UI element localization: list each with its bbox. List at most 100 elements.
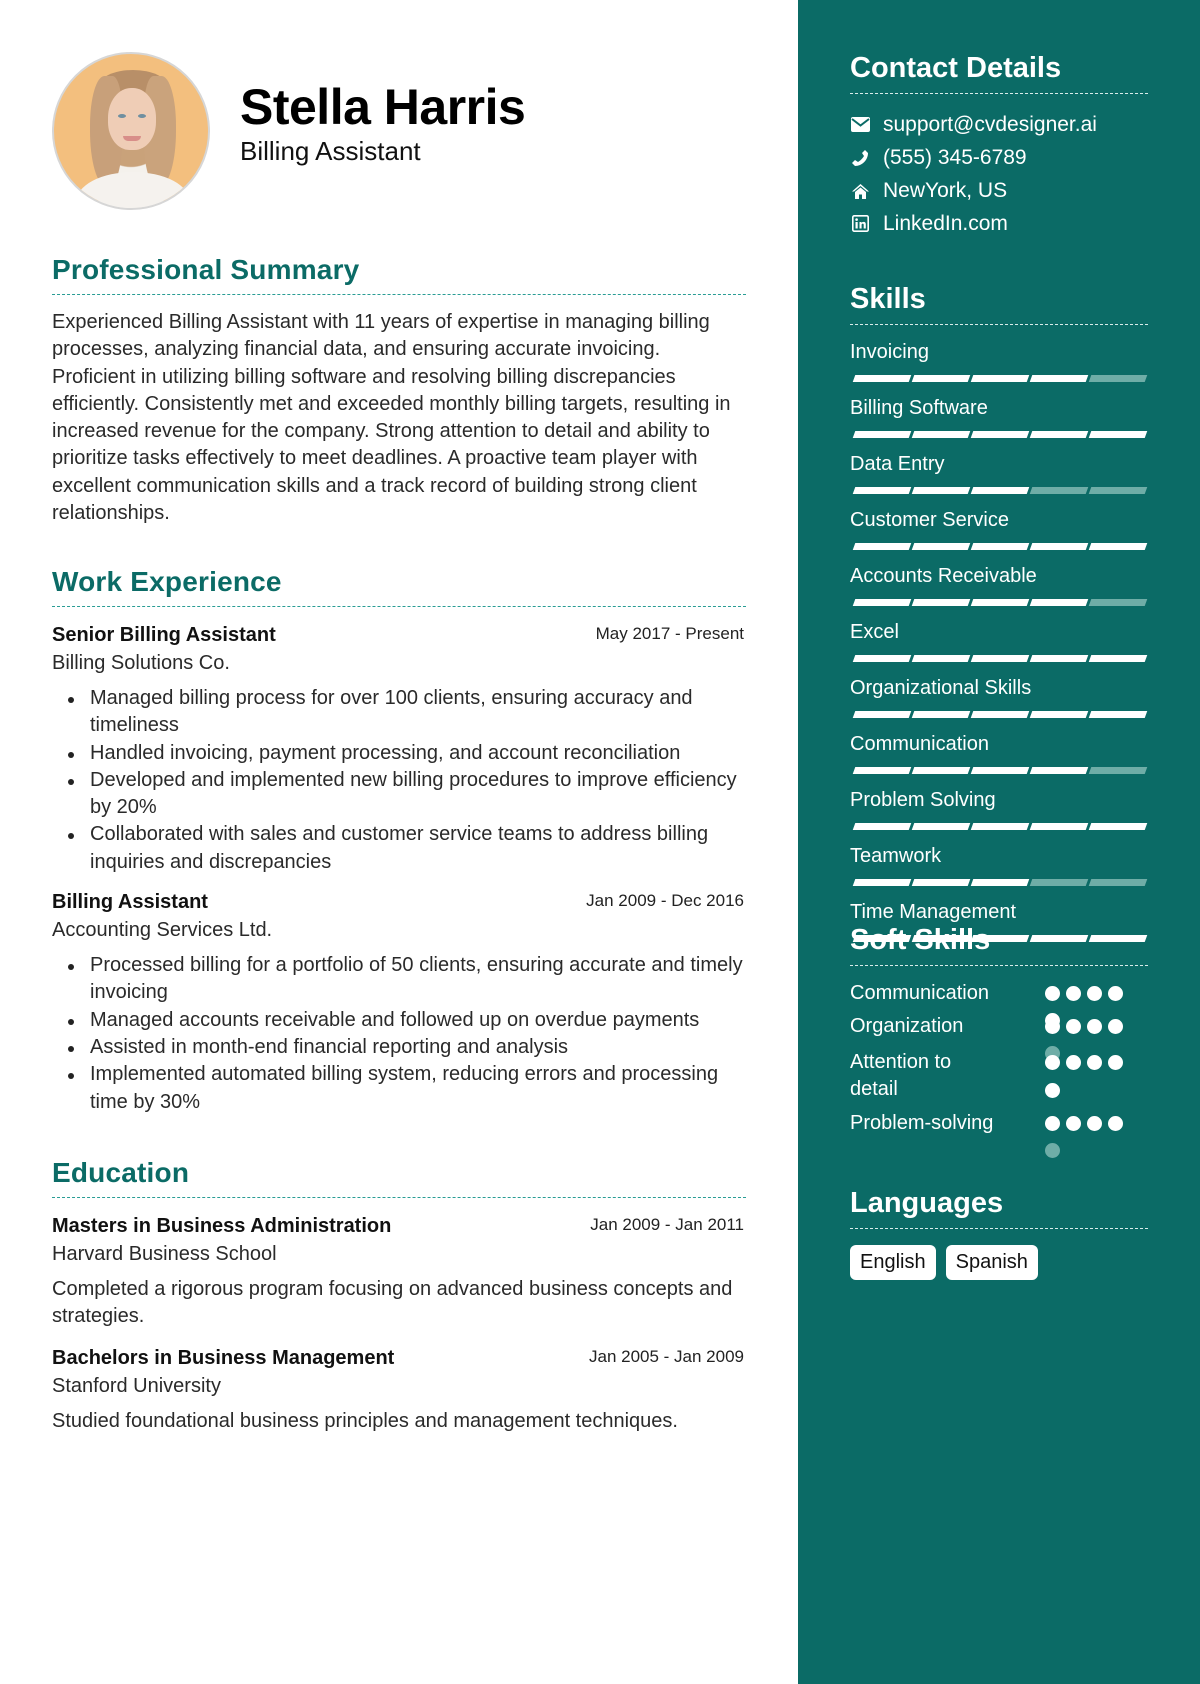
skill-name: Customer Service bbox=[850, 509, 1009, 531]
soft-skills-list: Communication Organization Attention to de… bbox=[850, 980, 1148, 1158]
rating-dot-filled bbox=[1087, 1116, 1102, 1131]
education-entry: Bachelors in Business Management Jan 200… bbox=[52, 1345, 746, 1435]
rating-segment-filled bbox=[1029, 431, 1089, 438]
rating-segment-filled bbox=[852, 543, 912, 550]
rating-segment-filled bbox=[911, 487, 971, 494]
job-entry: Billing Assistant Jan 2009 - Dec 2016 Ac… bbox=[52, 889, 746, 1116]
rating-segment-filled bbox=[911, 599, 971, 606]
job-bullet: Managed billing process for over 100 cli… bbox=[52, 685, 746, 740]
rating-dot-filled bbox=[1045, 1055, 1060, 1070]
contact-section: Contact Details support@cvdesigner.ai (5… bbox=[850, 52, 1148, 240]
rating-dot-filled bbox=[1108, 986, 1123, 1001]
rating-dot-empty bbox=[1045, 1143, 1060, 1158]
rating-segment-filled bbox=[911, 543, 971, 550]
soft-skill-item: Attention to detail bbox=[850, 1049, 1148, 1110]
soft-skill-name: Problem-solving bbox=[850, 1112, 994, 1134]
skill-item: Problem Solving bbox=[850, 787, 1148, 830]
skill-item: Excel bbox=[850, 619, 1148, 662]
soft-skill-item: Communication bbox=[850, 980, 1148, 1028]
rating-dot-filled bbox=[1045, 1116, 1060, 1131]
soft-skill-name: Organization bbox=[850, 1015, 964, 1037]
home-icon bbox=[850, 181, 870, 201]
job-bullets: Managed billing process for over 100 cli… bbox=[52, 685, 746, 876]
skill-item: Invoicing bbox=[850, 339, 1148, 382]
photo-eye bbox=[118, 114, 126, 118]
rating-segment-filled bbox=[911, 431, 971, 438]
soft-skill-name: Attention to detail bbox=[850, 1051, 952, 1100]
envelope-icon bbox=[850, 115, 870, 135]
job-company: Accounting Services Ltd. bbox=[52, 919, 273, 942]
education-heading: Education bbox=[52, 1157, 746, 1198]
contact-email-text: support@cvdesigner.ai bbox=[883, 112, 1097, 136]
rating-segment-filled bbox=[1088, 543, 1148, 550]
summary-section: Professional Summary Experienced Billing… bbox=[52, 254, 746, 527]
rating-segment-empty bbox=[1088, 487, 1148, 494]
rating-segment-filled bbox=[1029, 599, 1089, 606]
rating-segment-filled bbox=[970, 431, 1030, 438]
rating-segment-filled bbox=[852, 655, 912, 662]
phone-icon bbox=[850, 148, 870, 168]
school-name: Stanford University bbox=[52, 1374, 221, 1397]
skill-item: Teamwork bbox=[850, 843, 1148, 886]
main-column: Stella Harris Billing Assistant Professi… bbox=[0, 0, 798, 1684]
job-bullet: Developed and implemented new billing pr… bbox=[52, 767, 746, 822]
rating-segment-filled bbox=[1088, 431, 1148, 438]
rating-segment-empty bbox=[1088, 599, 1148, 606]
languages-heading: Languages bbox=[850, 1187, 1148, 1229]
rating-segment-filled bbox=[852, 823, 912, 830]
rating-segment-filled bbox=[1029, 767, 1089, 774]
job-bullet: Assisted in month-end financial reportin… bbox=[52, 1034, 746, 1061]
languages-section: Languages English Spanish bbox=[850, 1187, 1148, 1280]
skill-item: Accounts Receivable bbox=[850, 563, 1148, 606]
rating-segment-filled bbox=[970, 711, 1030, 718]
skill-item: Billing Software bbox=[850, 395, 1148, 438]
soft-skill-rating bbox=[1045, 1013, 1129, 1061]
rating-segment-filled bbox=[1029, 823, 1089, 830]
skill-item: Data Entry bbox=[850, 451, 1148, 494]
skill-rating-bar bbox=[852, 655, 1148, 662]
candidate-name: Stella Harris bbox=[240, 79, 526, 135]
rating-segment-filled bbox=[1029, 543, 1089, 550]
summary-heading: Professional Summary bbox=[52, 254, 746, 295]
job-bullet: Implemented automated billing system, re… bbox=[52, 1061, 746, 1116]
skill-name: Organizational Skills bbox=[850, 677, 1032, 699]
soft-skill-rating bbox=[1045, 980, 1129, 1028]
rating-dot-filled bbox=[1087, 1055, 1102, 1070]
skill-rating-bar bbox=[852, 823, 1148, 830]
rating-segment-empty bbox=[1029, 879, 1089, 886]
rating-dot-filled bbox=[1108, 1116, 1123, 1131]
rating-dot-filled bbox=[1066, 1116, 1081, 1131]
rating-segment-filled bbox=[852, 767, 912, 774]
profile-photo bbox=[52, 52, 210, 210]
skill-item: Customer Service bbox=[850, 507, 1148, 550]
rating-segment-filled bbox=[970, 543, 1030, 550]
skill-rating-bar bbox=[852, 431, 1148, 438]
language-pill: English bbox=[850, 1245, 936, 1280]
contact-heading: Contact Details bbox=[850, 52, 1148, 94]
rating-segment-filled bbox=[852, 375, 912, 382]
contact-phone[interactable]: (555) 345-6789 bbox=[850, 141, 1148, 174]
rating-segment-filled bbox=[970, 655, 1030, 662]
education-entry: Masters in Business Administration Jan 2… bbox=[52, 1213, 746, 1331]
photo-mouth bbox=[123, 136, 141, 141]
rating-dot-filled bbox=[1108, 1055, 1123, 1070]
contact-email[interactable]: support@cvdesigner.ai bbox=[850, 108, 1148, 141]
skill-rating-bar bbox=[852, 711, 1148, 718]
rating-segment-filled bbox=[852, 879, 912, 886]
rating-segment-filled bbox=[970, 879, 1030, 886]
rating-dot-filled bbox=[1045, 1019, 1060, 1034]
rating-segment-filled bbox=[970, 487, 1030, 494]
rating-segment-filled bbox=[911, 375, 971, 382]
job-bullet: Managed accounts receivable and followed… bbox=[52, 1007, 746, 1034]
rating-dot-filled bbox=[1066, 1055, 1081, 1070]
contact-linkedin[interactable]: LinkedIn.com bbox=[850, 207, 1148, 240]
contact-list: support@cvdesigner.ai (555) 345-6789 New… bbox=[850, 108, 1148, 240]
sidebar: Contact Details support@cvdesigner.ai (5… bbox=[798, 0, 1200, 1684]
rating-dot-filled bbox=[1066, 1019, 1081, 1034]
contact-location: NewYork, US bbox=[850, 174, 1148, 207]
skill-rating-bar bbox=[852, 543, 1148, 550]
job-entry: Senior Billing Assistant May 2017 - Pres… bbox=[52, 622, 746, 876]
soft-skill-rating bbox=[1045, 1110, 1129, 1158]
skill-name: Time Management bbox=[850, 901, 1016, 923]
rating-dot-filled bbox=[1087, 1019, 1102, 1034]
